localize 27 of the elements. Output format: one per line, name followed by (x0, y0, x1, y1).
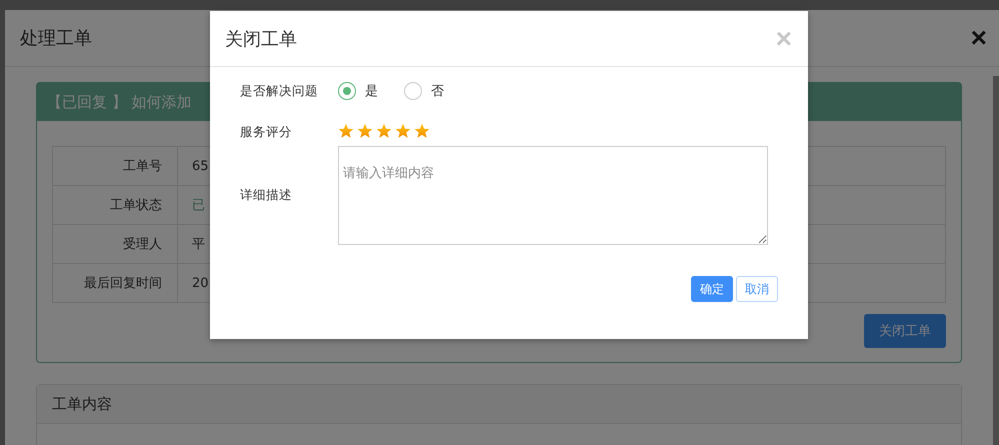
field-label: 是否解决问题 (240, 82, 319, 100)
card-header: 工单内容 (37, 385, 961, 424)
radio-option[interactable]: 是 (338, 82, 378, 100)
description-field[interactable]: 请输入详细内容 (338, 146, 768, 245)
close-ticket-button[interactable]: 关闭工单 (864, 314, 946, 348)
star-icon[interactable] (357, 122, 373, 138)
star-icon[interactable] (376, 122, 392, 138)
radio-option[interactable]: 否 (404, 82, 444, 100)
table-cell-text: 20 (191, 274, 209, 292)
table-cell: 工单号 (53, 147, 178, 185)
cancel-button[interactable]: 取消 (736, 276, 778, 302)
close-button[interactable]: × (774, 24, 794, 52)
confirm-button[interactable]: 确定 (691, 276, 733, 302)
table-cell: 受理人 (53, 225, 178, 263)
star-icon[interactable] (338, 122, 354, 138)
table-cell: 最后回复时间 (53, 264, 178, 302)
table-cell-text: 平 (191, 236, 205, 254)
star-icon[interactable] (414, 122, 430, 138)
dialog-title: 关闭工单 (225, 28, 297, 50)
table-cell-text: 65 (191, 158, 209, 176)
field-label: 服务评分 (240, 124, 293, 140)
window-title: 处理工单 (20, 27, 92, 50)
table-cell: 工单状态 (53, 186, 178, 224)
field-label: 详细描述 (240, 187, 293, 204)
star-icon[interactable] (395, 122, 411, 138)
table-cell-text: 已 (191, 197, 205, 215)
close-button[interactable]: × (966, 24, 991, 52)
